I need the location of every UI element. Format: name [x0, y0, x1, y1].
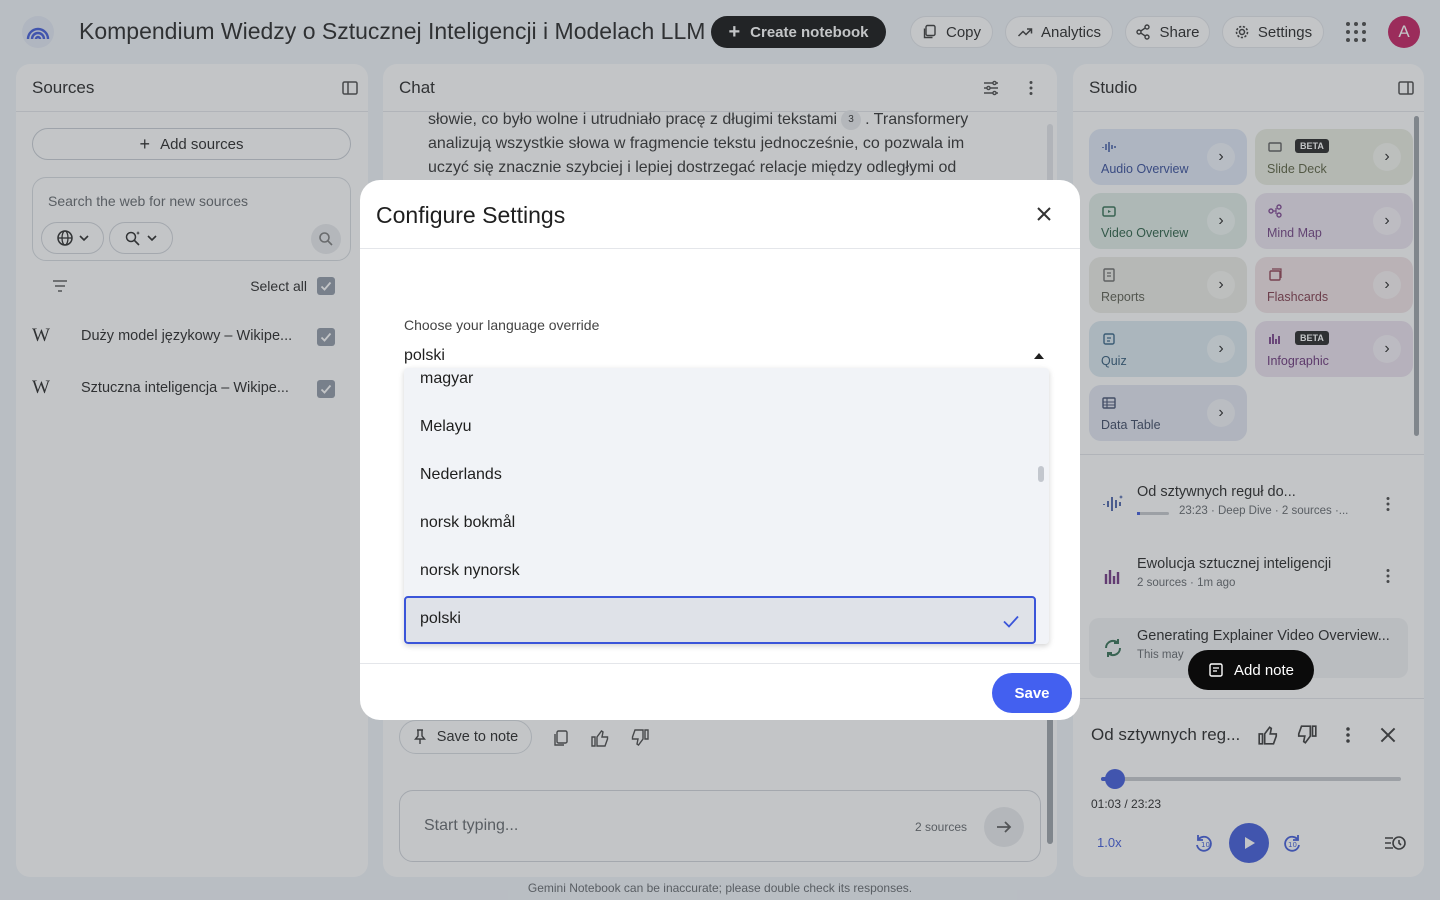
note-icon	[1209, 663, 1223, 677]
close-icon[interactable]	[1032, 202, 1056, 226]
language-option[interactable]: Nederlands	[404, 452, 1049, 500]
dropdown-scrollbar[interactable]	[1038, 466, 1044, 482]
language-option[interactable]: norsk nynorsk	[404, 548, 1049, 596]
dialog-divider	[360, 663, 1080, 664]
save-button[interactable]: Save	[992, 673, 1072, 713]
language-option[interactable]: magyar	[404, 368, 1049, 404]
dialog-title: Configure Settings	[376, 202, 566, 228]
language-label: Choose your language override	[404, 317, 600, 333]
dialog-divider	[360, 248, 1080, 249]
check-icon	[1003, 615, 1019, 628]
language-option-selected[interactable]: polski	[404, 596, 1036, 644]
language-select-value[interactable]: polski	[404, 347, 445, 365]
caret-up-icon[interactable]	[1034, 353, 1044, 359]
language-option[interactable]: Melayu	[404, 404, 1049, 452]
configure-settings-dialog: Configure Settings Choose your language …	[360, 180, 1080, 720]
language-dropdown-list[interactable]: magyar Melayu Nederlands norsk bokmål no…	[404, 368, 1049, 644]
language-option[interactable]: norsk bokmål	[404, 500, 1049, 548]
add-note-button[interactable]: Add note	[1188, 650, 1314, 690]
